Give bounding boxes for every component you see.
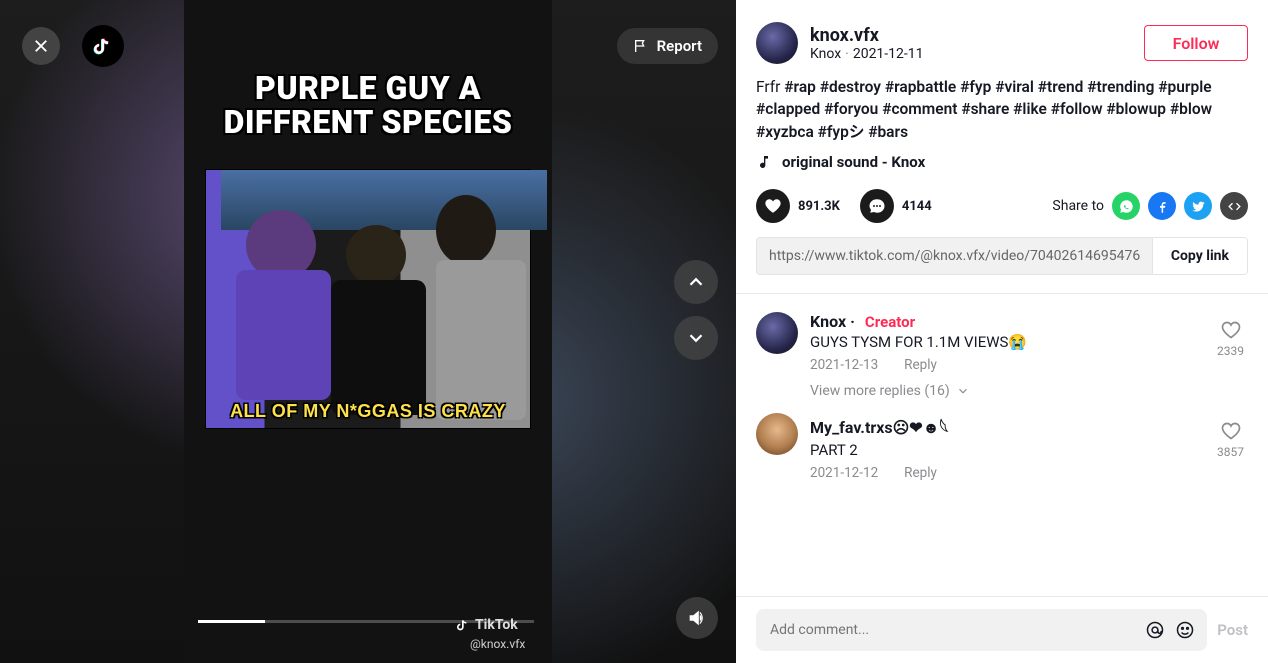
comment-composer: Post — [736, 596, 1268, 663]
author-username[interactable]: knox.vfx — [810, 25, 1132, 46]
comment-count: 4144 — [902, 199, 932, 214]
share-whatsapp-icon[interactable] — [1112, 192, 1140, 220]
comment-stat: 4144 — [860, 189, 932, 223]
author-avatar[interactable] — [756, 22, 798, 64]
video-caption: Frfr #rap #destroy #rapbattle #fyp #vira… — [736, 64, 1268, 143]
meme-title: PURPLE GUY A DIFFRENT SPECIES — [224, 72, 513, 139]
tiktok-logo[interactable] — [82, 25, 124, 67]
comments-list[interactable]: Knox·Creator GUYS TYSM FOR 1.1M VIEWS😭 2… — [736, 294, 1268, 596]
comment-text: PART 2 — [810, 441, 1248, 459]
stats-row: 891.3K 4144 Share to — [736, 171, 1268, 223]
share-link-input[interactable] — [757, 238, 1152, 274]
detail-pane: knox.vfx Knox·2021-12-11 Follow Frfr #ra… — [736, 0, 1268, 663]
like-stat: 891.3K — [756, 189, 840, 223]
video-pane: PURPLE GUY A DIFFRENT SPECIES ALL OF MY … — [0, 0, 736, 663]
hashtag[interactable]: #share — [961, 100, 1009, 118]
hashtag[interactable]: #like — [1013, 100, 1047, 118]
meme-frame: ALL OF MY N*GGAS IS CRAZY — [205, 169, 531, 429]
volume-button[interactable] — [676, 597, 718, 639]
comment-author[interactable]: My_fav.trxs☹︎❤︎☻𓆩 — [810, 413, 1248, 439]
comment-meta: 2021-12-12 Reply — [810, 465, 1248, 481]
copy-link-button[interactable]: Copy link — [1152, 238, 1247, 274]
like-button[interactable] — [756, 189, 790, 223]
caption-lead: Frfr — [756, 78, 784, 96]
author-subline: Knox·2021-12-11 — [810, 46, 1132, 62]
hashtag[interactable]: #purple — [1158, 78, 1211, 96]
next-video-button[interactable] — [674, 316, 718, 360]
author-display-name[interactable]: Knox — [810, 46, 841, 62]
post-date: 2021-12-11 — [853, 46, 924, 62]
mention-icon[interactable] — [1143, 618, 1167, 642]
hashtag[interactable]: #clapped — [756, 100, 820, 118]
comment-field-wrapper — [756, 609, 1207, 651]
author-header: knox.vfx Knox·2021-12-11 Follow — [736, 0, 1268, 64]
hashtag[interactable]: #rap — [784, 78, 816, 96]
comment-date: 2021-12-13 — [810, 357, 878, 373]
meme-title-line2: DIFFRENT SPECIES — [224, 106, 513, 140]
share-facebook-icon[interactable] — [1148, 192, 1176, 220]
meme-title-line1: PURPLE GUY A — [224, 72, 513, 106]
share-label: Share to — [1052, 198, 1104, 214]
hashtag[interactable]: #xyzbca — [756, 123, 814, 141]
music-label: original sound - Knox — [782, 153, 925, 171]
follow-button[interactable]: Follow — [1144, 25, 1248, 61]
comment-reply-button[interactable]: Reply — [904, 357, 937, 373]
comment-reply-button[interactable]: Reply — [904, 465, 937, 481]
comment-item: Knox·Creator GUYS TYSM FOR 1.1M VIEWS😭 2… — [736, 302, 1268, 373]
hashtag[interactable]: #trend — [1038, 78, 1084, 96]
share-block: Share to — [1052, 192, 1248, 220]
prev-video-button[interactable] — [674, 260, 718, 304]
hashtag[interactable]: #fyp — [960, 78, 991, 96]
hashtag[interactable]: #trending — [1087, 78, 1154, 96]
comment-like-button[interactable]: 3857 — [1217, 421, 1244, 459]
hashtag[interactable]: #viral — [995, 78, 1034, 96]
hashtag[interactable]: #blowup — [1106, 100, 1166, 118]
hashtag[interactable]: #rapbattle — [885, 78, 956, 96]
comment-meta: 2021-12-13 Reply — [810, 357, 1248, 373]
share-embed-icon[interactable] — [1220, 192, 1248, 220]
comment-text: GUYS TYSM FOR 1.1M VIEWS😭 — [810, 333, 1248, 351]
music-row[interactable]: original sound - Knox — [736, 143, 1268, 171]
hashtag[interactable]: #follow — [1051, 100, 1103, 118]
report-label: Report — [657, 37, 702, 55]
creator-badge: Creator — [865, 313, 915, 331]
share-twitter-icon[interactable] — [1184, 192, 1212, 220]
view-replies-button[interactable]: View more replies (16) — [810, 383, 1268, 399]
close-button[interactable] — [22, 27, 60, 65]
comment-avatar[interactable] — [756, 413, 798, 455]
hashtag[interactable]: #fypシ — [818, 123, 865, 141]
comment-avatar[interactable] — [756, 312, 798, 354]
comment-like-button[interactable]: 2339 — [1217, 320, 1244, 358]
comment-button[interactable] — [860, 189, 894, 223]
post-button[interactable]: Post — [1217, 621, 1248, 639]
tiktok-watermark: TikTok — [455, 617, 518, 633]
hashtag[interactable]: #destroy — [820, 78, 881, 96]
comment-date: 2021-12-12 — [810, 465, 878, 481]
hashtag[interactable]: #comment — [882, 100, 957, 118]
comment-like-count: 2339 — [1217, 344, 1244, 358]
hashtag[interactable]: #blow — [1170, 100, 1212, 118]
comment-input[interactable] — [770, 622, 1137, 638]
comment-author[interactable]: Knox·Creator — [810, 312, 1248, 331]
emoji-icon[interactable] — [1173, 618, 1197, 642]
comment-like-count: 3857 — [1217, 445, 1244, 459]
video-column[interactable]: PURPLE GUY A DIFFRENT SPECIES ALL OF MY … — [184, 0, 552, 663]
hashtag[interactable]: #foryou — [824, 100, 878, 118]
comment-item: My_fav.trxs☹︎❤︎☻𓆩 PART 2 2021-12-12 Repl… — [736, 403, 1268, 481]
report-button[interactable]: Report — [617, 28, 718, 64]
like-count: 891.3K — [798, 199, 840, 214]
meme-caption: ALL OF MY N*GGAS IS CRAZY — [206, 401, 530, 422]
share-link-row: Copy link — [756, 237, 1248, 275]
watermark-handle: @knox.vfx — [470, 637, 525, 651]
hashtag[interactable]: #bars — [868, 123, 908, 141]
